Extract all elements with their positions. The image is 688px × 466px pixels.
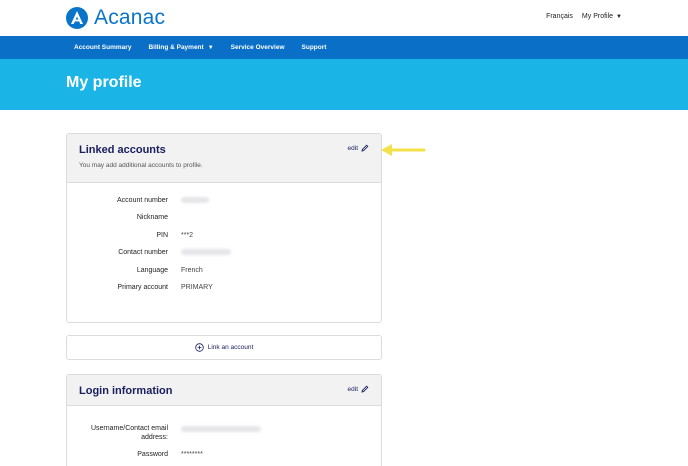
top-bar: Acanac Français My Profile ▼ [0, 0, 688, 36]
linked-accounts-card: Linked accounts You may add additional a… [66, 133, 382, 323]
field-row: Language French [67, 267, 381, 279]
link-account-label: Link an account [207, 344, 254, 351]
language-link[interactable]: Français [546, 13, 573, 20]
acanac-logo-icon [66, 7, 88, 29]
field-label: Language [136, 267, 168, 274]
login-information-card: Login information edit Username/Contact … [66, 374, 382, 466]
linked-accounts-title: Linked accounts [79, 144, 166, 156]
card-header: Login information edit [67, 375, 381, 406]
nav-item-service-overview[interactable]: Service Overview [231, 44, 285, 51]
username-value [181, 424, 261, 434]
field-label-line: address: [141, 434, 168, 441]
field-row: Username/Contact email address: [67, 424, 381, 446]
chevron-down-icon: ▼ [207, 44, 214, 51]
field-label-line: Username/Contact email [90, 425, 168, 432]
field-row: Contact number [67, 249, 381, 261]
nav-item-label: Billing & Payment [148, 44, 204, 51]
field-row: Account number [67, 197, 381, 209]
primary-account-value: PRIMARY [181, 284, 213, 291]
nav-item-billing-payment[interactable]: Billing & Payment ▼ [148, 44, 213, 51]
field-label: PIN [156, 232, 168, 239]
login-information-title: Login information [79, 385, 173, 397]
link-account-button[interactable]: Link an account [66, 335, 382, 360]
chevron-down-icon: ▼ [616, 13, 622, 20]
my-profile-label: My Profile [581, 13, 614, 20]
edit-label: edit [347, 385, 358, 393]
pencil-icon [361, 385, 369, 393]
contact-number-value [181, 249, 231, 257]
field-row: Nickname [67, 214, 381, 226]
field-label: Primary account [117, 284, 168, 291]
password-value: ******** [181, 451, 203, 458]
field-label: Account number [117, 197, 168, 204]
account-number-value [181, 197, 209, 205]
field-row: Password ******** [67, 451, 381, 463]
my-profile-menu[interactable]: My Profile ▼ [582, 13, 622, 20]
pencil-icon [361, 144, 369, 152]
field-row: Primary account PRIMARY [67, 284, 381, 296]
annotation-arrow-icon [381, 144, 426, 156]
card-header: Linked accounts You may add additional a… [67, 134, 381, 183]
language-value: French [181, 267, 203, 274]
field-label: Contact number [118, 249, 168, 256]
linked-accounts-subtitle: You may add additional accounts to profi… [79, 162, 203, 169]
field-label: Password [137, 451, 168, 458]
field-row: PIN ***2 [67, 232, 381, 244]
field-label: Username/Contact email address: [91, 424, 168, 442]
brand-name: Acanac [94, 6, 166, 29]
brand-logo[interactable]: Acanac [66, 6, 165, 30]
field-label: Nickname [136, 214, 168, 221]
edit-linked-accounts-link[interactable]: edit [348, 144, 369, 152]
edit-login-info-link[interactable]: edit [348, 385, 369, 393]
main-nav: Account Summary Billing & Payment ▼ Serv… [0, 36, 688, 59]
edit-label: edit [347, 144, 358, 152]
page-hero: My profile [0, 59, 688, 110]
plus-circle-icon [195, 343, 204, 352]
pin-value: ***2 [181, 232, 194, 239]
nav-item-account-summary[interactable]: Account Summary [74, 44, 131, 51]
nav-item-support[interactable]: Support [302, 44, 327, 51]
page-title: My profile [66, 74, 142, 91]
